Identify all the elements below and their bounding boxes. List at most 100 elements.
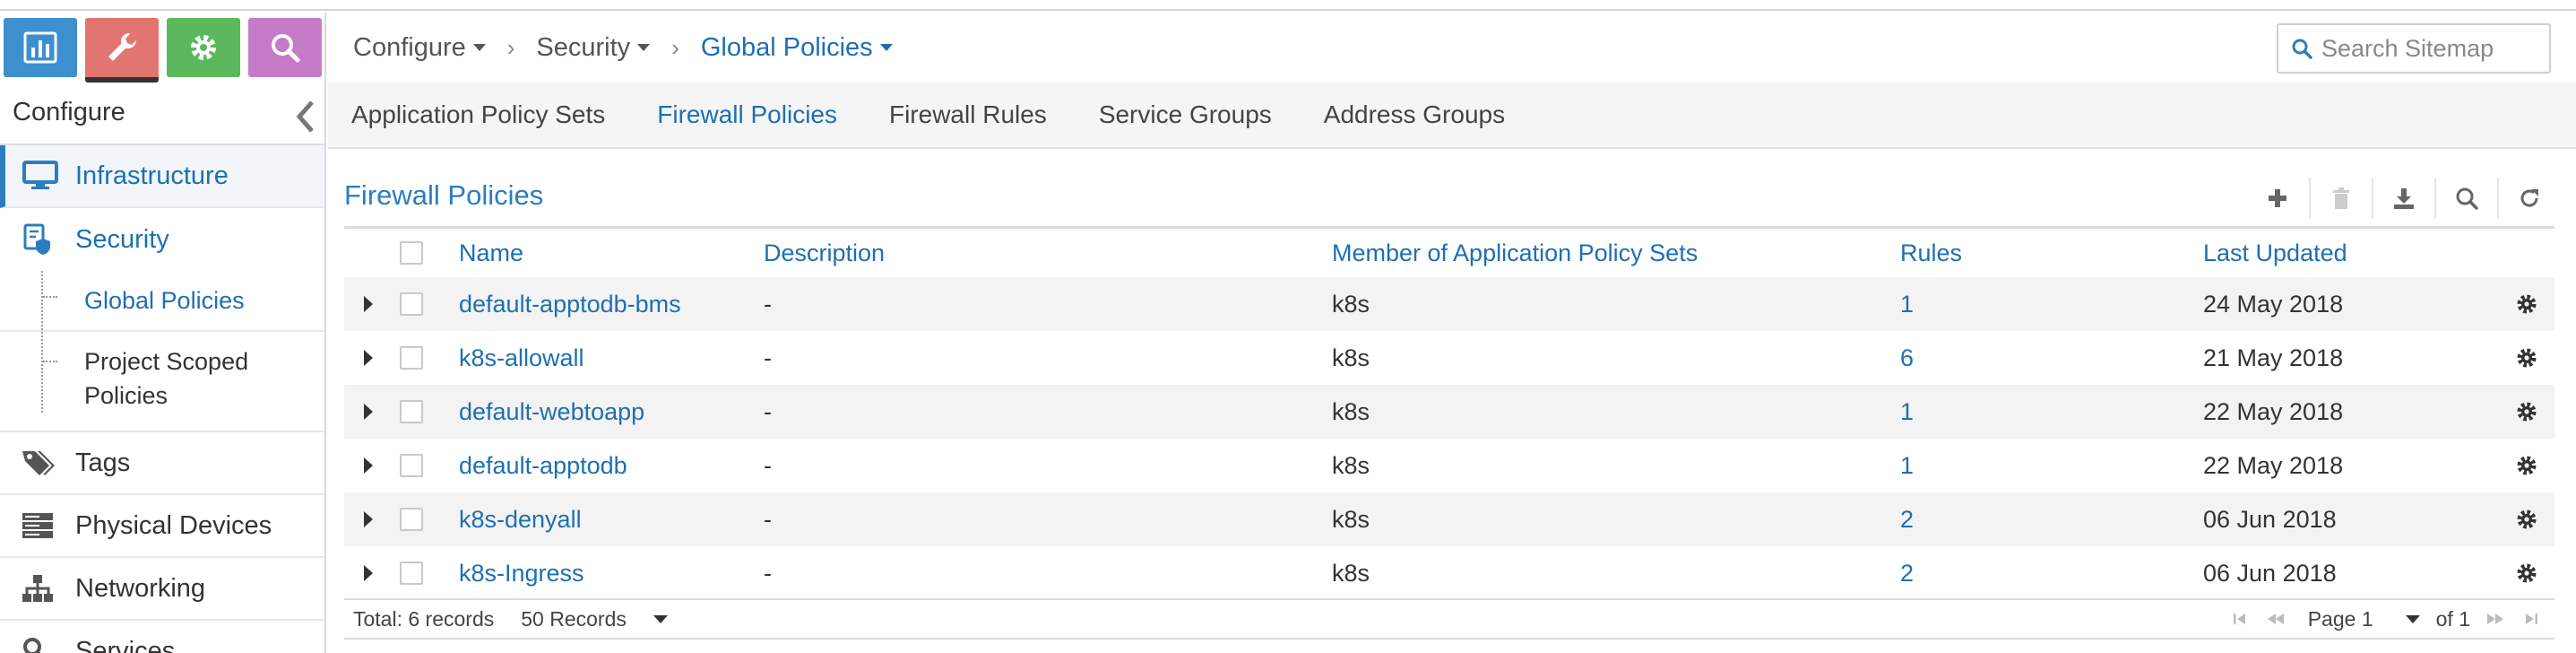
next-page-button[interactable] [2477, 611, 2513, 627]
sidebar-item-security[interactable]: Security [0, 208, 324, 271]
search-grid-button[interactable] [2434, 178, 2497, 219]
sidebar-item-label: Physical Devices [75, 510, 272, 540]
row-actions-button[interactable] [2499, 455, 2554, 476]
row-actions-button[interactable] [2499, 293, 2554, 315]
total-records: Total: 6 records [353, 606, 495, 631]
breadcrumb-global-policies[interactable]: Global Policies [701, 33, 893, 63]
search-sitemap[interactable] [2277, 23, 2551, 74]
first-page-button[interactable] [2222, 611, 2258, 627]
row-actions-button[interactable] [2499, 347, 2554, 369]
policy-description: - [764, 397, 772, 425]
expand-toggle[interactable] [344, 296, 393, 312]
expand-toggle[interactable] [344, 457, 393, 474]
services-icon [0, 636, 75, 653]
row-checkbox[interactable] [400, 400, 423, 423]
download-icon [2394, 188, 2414, 209]
policy-name-link[interactable]: k8s-Ingress [459, 560, 764, 588]
expand-toggle[interactable] [344, 350, 393, 366]
page-count: of 1 [2435, 606, 2470, 631]
column-header-member[interactable]: Member of Application Policy Sets [1332, 239, 1900, 267]
policy-rules-link[interactable]: 6 [1900, 344, 2203, 372]
monitor-mode-button[interactable] [4, 18, 77, 77]
add-button[interactable] [2246, 178, 2309, 219]
tree-connector [43, 361, 57, 362]
table-row: k8s-denyall - k8s 2 06 Jun 2018 [344, 492, 2554, 546]
tab-service-groups[interactable]: Service Groups [1099, 100, 1272, 129]
column-header-description[interactable]: Description [764, 239, 1332, 267]
settings-mode-button[interactable] [167, 18, 240, 77]
select-all-checkbox[interactable] [400, 241, 423, 265]
last-page-button[interactable] [2513, 611, 2549, 627]
search-input[interactable] [2321, 34, 2537, 63]
policy-rules-link[interactable]: 1 [1900, 452, 2203, 480]
policy-name-link[interactable]: k8s-denyall [459, 506, 764, 534]
tab-application-policy-sets[interactable]: Application Policy Sets [351, 100, 605, 129]
column-header-rules[interactable]: Rules [1900, 239, 2203, 267]
expand-toggle[interactable] [344, 404, 393, 420]
table-row: k8s-Ingress - k8s 2 06 Jun 2018 [344, 546, 2554, 600]
export-button[interactable] [2372, 178, 2434, 219]
row-actions-button[interactable] [2499, 562, 2554, 584]
policy-name-link[interactable]: default-apptodb [459, 452, 764, 480]
sidebar-item-networking[interactable]: Networking [0, 558, 324, 621]
sidebar-item-physical-devices[interactable]: Physical Devices [0, 495, 324, 558]
expand-toggle[interactable] [344, 511, 393, 527]
page-select[interactable]: Page 1 [2308, 607, 2420, 631]
row-checkbox[interactable] [400, 346, 423, 370]
column-header-name[interactable]: Name [459, 239, 764, 267]
policy-description: - [764, 344, 772, 371]
monitor-icon [5, 161, 75, 191]
breadcrumb-separator: › [506, 33, 515, 61]
row-actions-button[interactable] [2499, 401, 2554, 422]
row-checkbox[interactable] [400, 454, 423, 477]
row-checkbox[interactable] [400, 562, 423, 585]
row-select-cell [393, 346, 459, 370]
expand-toggle[interactable] [344, 565, 393, 581]
wrench-icon [108, 33, 136, 61]
row-actions-button[interactable] [2499, 509, 2554, 530]
row-select-cell [393, 562, 459, 585]
breadcrumb-configure[interactable]: Configure [353, 33, 486, 63]
caret-right-icon [364, 457, 373, 474]
table-row: default-apptodb-bms - k8s 1 24 May 2018 [344, 277, 2554, 331]
column-header-last-updated[interactable]: Last Updated [2203, 239, 2499, 267]
fast-forward-icon [2487, 614, 2503, 624]
row-checkbox[interactable] [400, 292, 423, 316]
tree-connector [43, 296, 57, 298]
policy-rules-link[interactable]: 1 [1900, 398, 2203, 426]
policy-name-link[interactable]: default-webtoapp [459, 398, 764, 426]
chevron-left-icon [296, 100, 314, 133]
prev-page-button[interactable] [2258, 611, 2294, 627]
policy-rules-link[interactable]: 2 [1900, 506, 2203, 534]
sidebar-item-project-scoped-policies[interactable]: Project Scoped Policies [0, 332, 324, 431]
policy-rules-link[interactable]: 1 [1900, 291, 2203, 318]
breadcrumb-security[interactable]: Security [536, 33, 651, 63]
tab-address-groups[interactable]: Address Groups [1324, 100, 1505, 129]
configure-mode-button[interactable] [85, 18, 159, 83]
policy-name-link[interactable]: default-apptodb-bms [459, 291, 764, 318]
collapse-sidebar-button[interactable] [292, 99, 317, 135]
row-select-cell [393, 508, 459, 531]
page-size-select[interactable]: 50 Records [521, 607, 668, 631]
tab-firewall-policies[interactable]: Firewall Policies [657, 100, 837, 129]
policy-name-link[interactable]: k8s-allowall [459, 344, 764, 372]
tags-icon [0, 448, 75, 478]
delete-button[interactable] [2309, 178, 2372, 219]
query-mode-button[interactable] [248, 18, 322, 77]
policy-description: - [764, 505, 772, 533]
sidebar-item-services[interactable]: Services [0, 621, 324, 653]
sidebar-item-label: Networking [75, 573, 206, 603]
search-icon [2292, 39, 2312, 59]
sidebar-item-tags[interactable]: Tags [0, 432, 324, 495]
policy-rules-link[interactable]: 2 [1900, 560, 2203, 588]
row-checkbox[interactable] [400, 508, 423, 531]
tab-firewall-rules[interactable]: Firewall Rules [889, 100, 1047, 129]
trash-icon [2333, 187, 2349, 209]
row-select-cell [393, 454, 459, 477]
gear-icon [191, 35, 216, 60]
sidebar-item-global-policies[interactable]: Global Policies [0, 271, 324, 332]
page-size-value: 50 Records [521, 606, 627, 631]
sidebar-item-infrastructure[interactable]: Infrastructure [0, 145, 324, 208]
network-icon [0, 573, 75, 604]
refresh-button[interactable] [2497, 178, 2560, 219]
